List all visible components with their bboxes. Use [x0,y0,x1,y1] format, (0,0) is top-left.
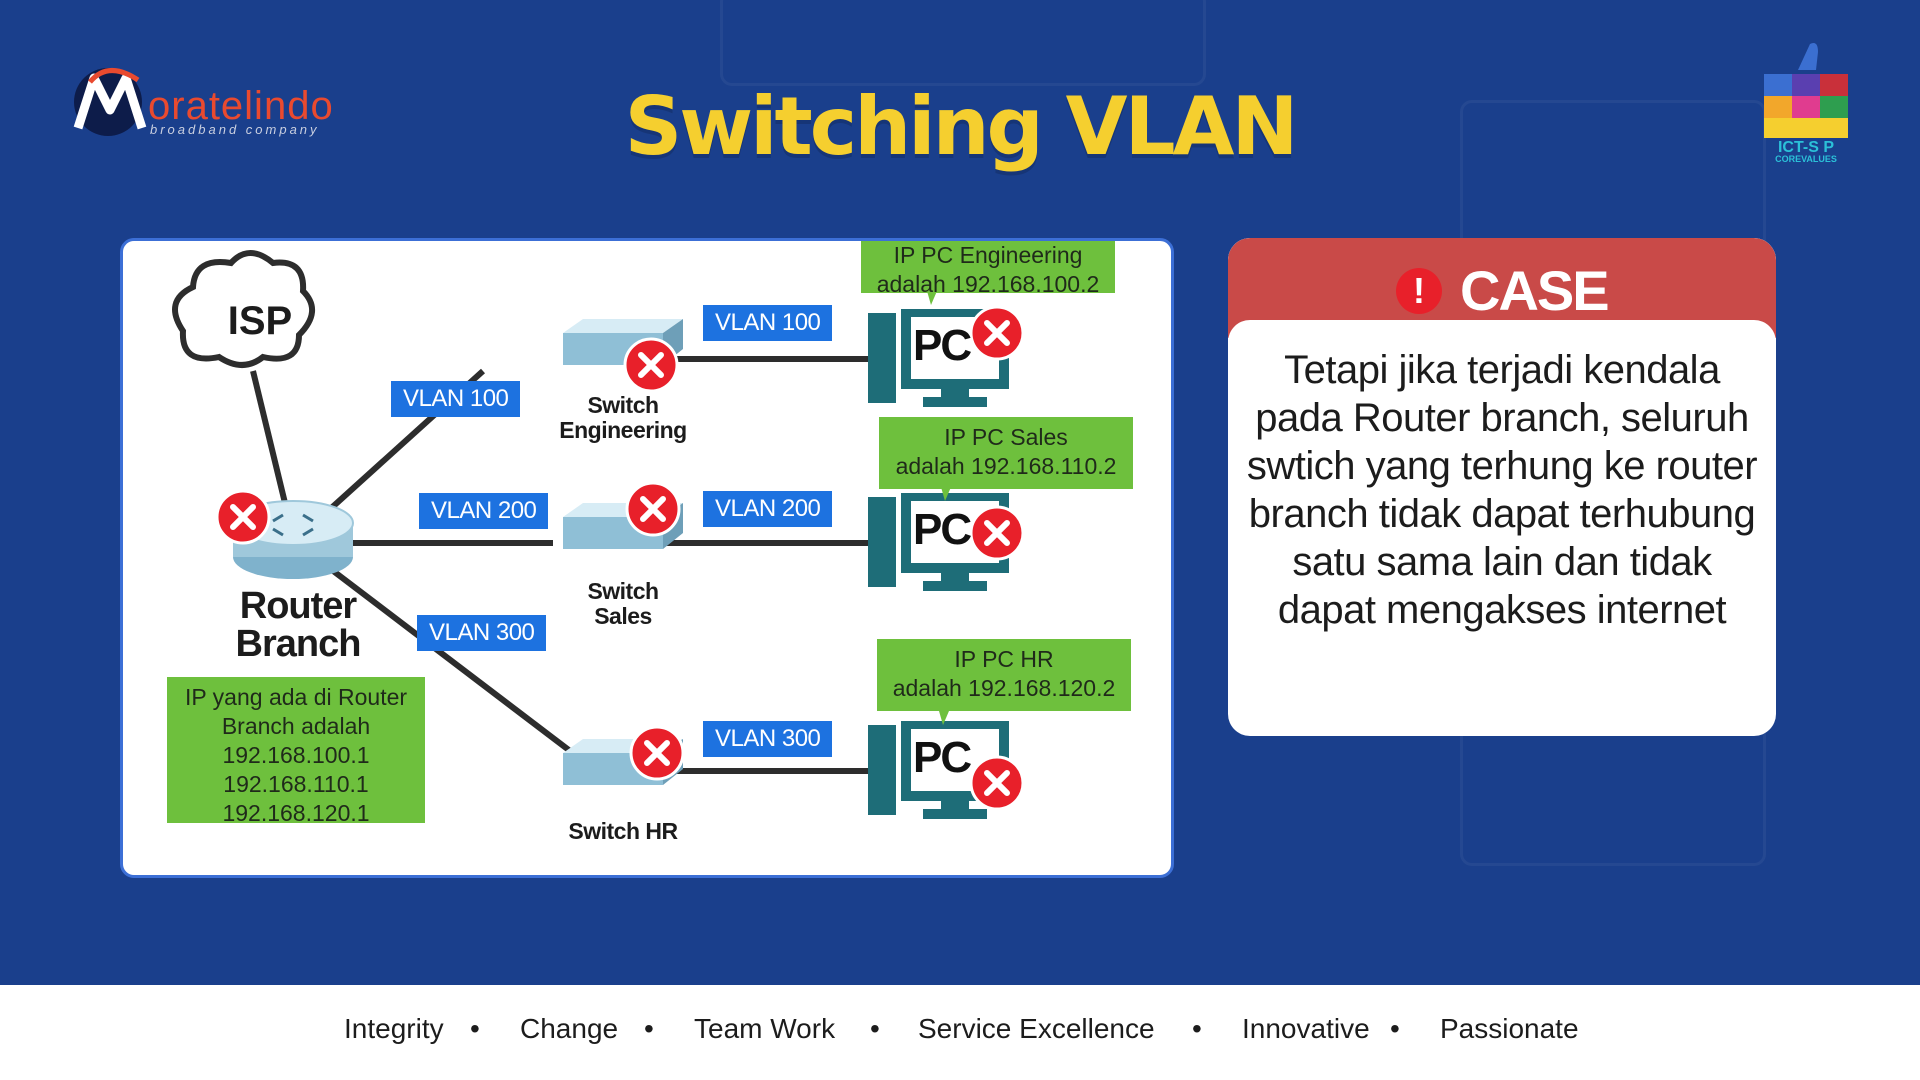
core-values-badge: ICT-S P COREVALUES [1758,40,1854,164]
case-card: ! CASE Tetapi jika terjadi kendala pada … [1228,238,1776,736]
pc-hr-label: PC [913,733,972,782]
pc-engineering-ip-box: IP PC Engineering adalah 192.168.100.2 [861,241,1115,297]
router-ip-line: IP yang ada di Router [184,684,408,710]
router-ip-line: Branch adalah [221,713,371,739]
footer-value-passionate: Passionate [1440,1013,1579,1044]
switch-sales-label: Switch Sales [587,578,659,629]
pc-sales-label: PC [913,505,972,554]
link-isp-router [250,370,288,504]
footer-separator: • [470,1013,480,1044]
footer-separator: • [1390,1013,1400,1044]
case-body: Tetapi jika terjadi kendala pada Router … [1228,320,1776,718]
footer-value-teamwork: Team Work [694,1013,836,1044]
thumbs-up-puzzle-icon: ICT-S P COREVALUES [1764,43,1848,164]
isp-label: ISP [227,299,293,343]
footer-value-innovative: Innovative [1242,1013,1370,1044]
footer-value-change: Change [520,1013,619,1044]
case-title: CASE [1460,259,1610,322]
vlan-diagram: ISP Router Branch IP yang ada di Router … [120,238,1174,878]
footer-separator: • [644,1013,654,1044]
footer-value-service-excellence: Service Excellence [918,1013,1155,1044]
pc-hr-error-icon [969,755,1025,811]
vlan-label-router-hr: VLAN 300 [417,615,547,651]
vlan-label-router-engineering: VLAN 100 [391,381,521,417]
router-ip-line: 192.168.110.1 [223,771,369,797]
background-frame [720,0,1206,86]
vlan-label-hr-pc: VLAN 300 [703,721,833,757]
core-values-footer: Integrity • Change • Team Work • Service… [0,985,1920,1080]
slide-title: Switching VLAN [624,80,1299,173]
pc-engineering-error-icon [969,305,1025,361]
badge-sublabel: COREVALUES [1775,154,1837,164]
footer-separator: • [1192,1013,1202,1044]
switch-engineering-label: Switch Engineering [559,392,687,443]
pc-sales-error-icon [969,505,1025,561]
vlan-label-sales-pc: VLAN 200 [703,491,833,527]
moratelindo-logo: oratelindo broadband company [70,62,370,142]
switch-hr-label: Switch HR [568,818,678,844]
footer-value-integrity: Integrity [344,1013,444,1044]
switch-engineering-error-icon [623,337,679,393]
pc-hr-ip-box: IP PC HR adalah 192.168.120.2 [877,639,1131,711]
pc-sales-ip-box: IP PC Sales adalah 192.168.110.2 [879,417,1133,489]
router-ip-line: 192.168.120.1 [222,800,370,826]
switch-sales-error-icon [625,481,681,537]
pc-engineering-label: PC [913,321,972,370]
vlan-label-engineering-pc: VLAN 100 [703,305,833,341]
router-ip-box: IP yang ada di Router Branch adalah 192.… [167,677,425,826]
alert-icon: ! [1396,268,1442,314]
router-label: Router Branch [235,585,362,665]
vlan-label-router-sales: VLAN 200 [419,493,549,529]
switch-hr-error-icon [629,725,685,781]
router-ip-line: 192.168.100.1 [222,742,370,768]
case-text: Tetapi jika terjadi kendala pada Router … [1246,348,1758,632]
logo-tagline: broadband company [150,122,320,137]
router-error-icon [215,489,271,545]
footer-separator: • [870,1013,880,1044]
logo-mark-icon [73,68,147,136]
